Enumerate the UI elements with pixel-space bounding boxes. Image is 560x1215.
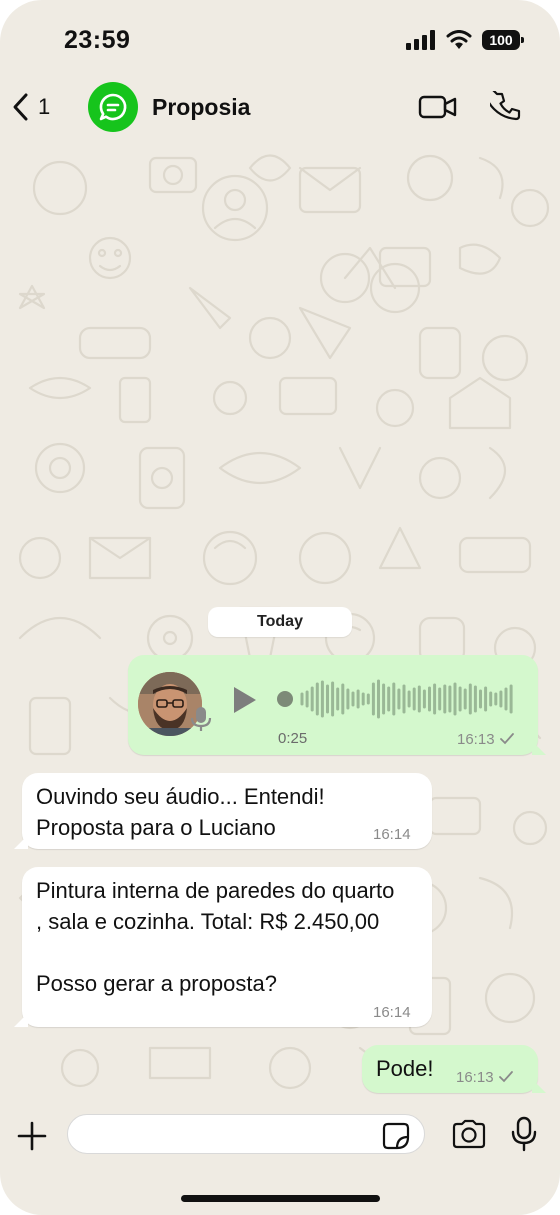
status-icons: 100 <box>406 30 524 50</box>
bubble-tail <box>532 741 546 755</box>
home-indicator <box>181 1195 380 1202</box>
message-time: 16:14 <box>373 1004 411 1021</box>
phone-icon <box>482 82 521 121</box>
voice-call-button[interactable] <box>482 82 522 128</box>
back-button[interactable]: 1 <box>10 92 50 122</box>
status-time: 23:59 <box>64 26 131 54</box>
chat-header: 1 Proposia <box>0 80 560 138</box>
plus-icon <box>17 1121 47 1151</box>
date-separator: Today <box>208 607 352 637</box>
single-check-icon <box>498 1071 513 1083</box>
message-time: 16:13 <box>456 1069 514 1086</box>
wifi-icon <box>446 30 472 49</box>
play-button[interactable] <box>232 685 258 720</box>
bubble-tail <box>532 1079 546 1093</box>
sticker-button[interactable] <box>382 1122 410 1155</box>
incoming-message: Pintura interna de paredes do quarto , s… <box>14 867 432 1027</box>
microphone-icon <box>511 1116 537 1152</box>
video-camera-icon <box>418 95 457 119</box>
phone-screen: 23:59 100 1 Proposia Today 0:25 16:13 Ou… <box>0 0 560 1215</box>
audio-duration: 0:25 <box>278 730 308 747</box>
video-call-button[interactable] <box>418 94 458 125</box>
sticker-icon <box>382 1122 410 1150</box>
voice-note-mic-icon <box>190 705 212 738</box>
message-input[interactable] <box>67 1114 425 1154</box>
attach-button[interactable] <box>16 1120 48 1157</box>
battery-indicator: 100 <box>482 30 524 50</box>
bubble-tail <box>14 1013 28 1027</box>
outgoing-message: Pode! 16:13 <box>362 1045 546 1093</box>
chevron-left-icon <box>13 93 28 121</box>
chat-bubble-logo-icon <box>99 93 127 121</box>
contact-avatar[interactable] <box>88 82 138 132</box>
camera-button[interactable] <box>451 1119 487 1154</box>
signal-icon <box>406 30 435 50</box>
message-time: 16:14 <box>373 826 411 843</box>
camera-icon <box>452 1119 486 1149</box>
single-check-icon <box>499 733 514 745</box>
contact-name[interactable]: Proposia <box>152 94 250 121</box>
message-time: 16:13 <box>457 731 515 748</box>
status-bar: 23:59 100 <box>0 0 560 80</box>
message-text: Pintura interna de paredes do quarto , s… <box>36 878 395 996</box>
message-text: Pode! <box>376 1056 434 1081</box>
voice-record-button[interactable] <box>511 1116 537 1157</box>
audio-waveform[interactable] <box>276 677 521 721</box>
play-icon <box>234 687 256 713</box>
unread-count: 1 <box>38 94 51 119</box>
bubble-tail <box>14 835 28 849</box>
incoming-message: Ouvindo seu áudio... Entendi! Proposta p… <box>14 773 432 849</box>
message-text: Ouvindo seu áudio... Entendi! Proposta p… <box>36 784 325 840</box>
audio-message: 0:25 16:13 <box>128 655 546 755</box>
composer-bar <box>0 1100 560 1170</box>
